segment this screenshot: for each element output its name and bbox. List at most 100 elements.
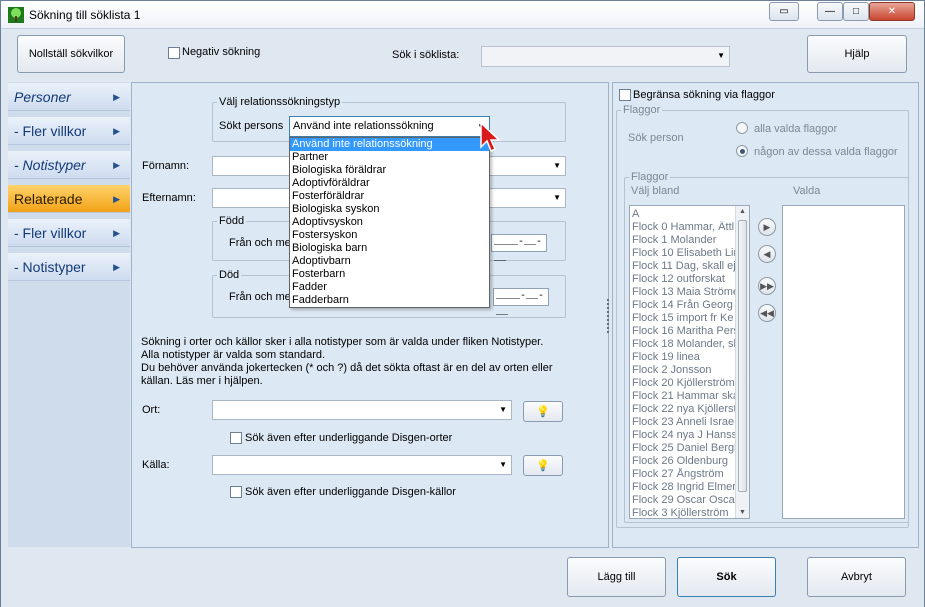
flag-person-label: Sök person [628, 132, 684, 144]
scroll-down-icon[interactable]: ▼ [739, 509, 746, 516]
restore-layout-button[interactable]: ▭ [769, 2, 799, 21]
dropdown-option[interactable]: Adoptivsyskon [290, 216, 489, 229]
relation-type-value: Använd inte relationssökning [293, 120, 434, 132]
arrow-left-icon: ◀ [763, 248, 771, 259]
add-button[interactable]: Lägg till [567, 557, 666, 597]
dropdown-option[interactable]: Biologiska föräldrar [290, 164, 489, 177]
info-line-3: Du behöver använda jokertecken (* och ?)… [141, 362, 553, 374]
close-button[interactable]: ✕ [869, 2, 915, 21]
list-item[interactable]: Flock 25 Daniel Bergl [630, 442, 749, 455]
search-list-select[interactable]: ▼ [481, 46, 730, 67]
add-flag-button[interactable]: ▶ [758, 218, 776, 236]
dropdown-option[interactable]: Fosterföräldrar [290, 190, 489, 203]
list-item[interactable]: Flock 15 import fr Ke [630, 312, 749, 325]
sidebar-item-persons[interactable]: Personer ▶ [8, 83, 130, 111]
chosen-flags-list[interactable] [782, 205, 905, 519]
dropdown-option[interactable]: Använd inte relationssökning [290, 138, 489, 151]
dropdown-option[interactable]: Fosterbarn [290, 268, 489, 281]
list-item[interactable]: Flock 28 Ingrid Elmer [630, 481, 749, 494]
list-item[interactable]: A [630, 208, 749, 221]
list-item[interactable]: Flock 20 Kjöllerström [630, 377, 749, 390]
double-arrow-left-icon: ◀◀ [760, 307, 774, 318]
limit-by-flags-checkbox[interactable] [619, 89, 631, 101]
dropdown-option[interactable]: Partner [290, 151, 489, 164]
minimize-button[interactable]: — [817, 2, 843, 21]
relation-type-dropdown[interactable]: Använd inte relationssökning Partner Biolo… [289, 137, 490, 308]
list-item[interactable]: Flock 21 Hammar ska [630, 390, 749, 403]
remove-flag-button[interactable]: ◀ [758, 245, 776, 263]
relation-type-title: Välj relationssökningstyp [219, 96, 341, 108]
sidebar-item-note-types[interactable]: - Notistyper ▶ [8, 151, 130, 179]
dropdown-option[interactable]: Adoptivföräldrar [290, 177, 489, 190]
sidebar-item-related-note-types[interactable]: - Notistyper ▶ [8, 253, 130, 281]
list-item[interactable]: Flock 26 Oldenburg [630, 455, 749, 468]
dropdown-option[interactable]: Fostersyskon [290, 229, 489, 242]
place-sub-checkbox[interactable] [230, 432, 242, 444]
list-item[interactable]: Flock 3 Kjöllerström [630, 507, 749, 518]
dropdown-option[interactable]: Adoptivbarn [290, 255, 489, 268]
relation-type-select[interactable]: Använd inte relationssökning ▼ [289, 116, 490, 137]
list-item[interactable]: Flock 24 nya J Hanss [630, 429, 749, 442]
list-item[interactable]: Flock 23 Anneli Israe [630, 416, 749, 429]
arrow-right-icon: ▶ [763, 221, 771, 232]
list-item[interactable]: Flock 22 nya Kjöllerst [630, 403, 749, 416]
born-to-date-input[interactable]: ____-__-__ [491, 234, 547, 264]
list-item[interactable]: Flock 10 Elisabeth Lin [630, 247, 749, 260]
dead-to-date-input[interactable]: ____-__-__ [493, 288, 549, 318]
dropdown-option[interactable]: Fadder [290, 281, 489, 294]
place-input[interactable]: ▼ [212, 400, 512, 420]
sought-person-label: Sökt persons [219, 120, 284, 132]
list-item[interactable]: Flock 2 Jonsson [630, 364, 749, 377]
flags-scrollbar[interactable]: ▲ ▼ [735, 206, 749, 518]
list-item[interactable]: Flock 29 Oscar Oscar [630, 494, 749, 507]
dialog-window: Sökning till söklista 1 ▭ — □ ✕ Nollstäl… [0, 0, 925, 607]
search-button[interactable]: Sök [677, 557, 776, 597]
cancel-button[interactable]: Avbryt [807, 557, 906, 597]
dropdown-option[interactable]: Biologiska syskon [290, 203, 489, 216]
any-flags-radio[interactable] [736, 145, 748, 157]
sidebar: Personer ▶ - Fler villkor ▶ - Notistyper… [8, 82, 130, 547]
remove-all-flags-button[interactable]: ◀◀ [758, 304, 776, 322]
source-label: Källa: [142, 459, 170, 471]
close-icon: ✕ [887, 6, 897, 17]
list-item[interactable]: Flock 0 Hammar, Ättl [630, 221, 749, 234]
place-lookup-button[interactable]: 💡 [523, 401, 563, 422]
list-item[interactable]: Flock 27 Ångström [630, 468, 749, 481]
reset-conditions-button[interactable]: Nollställ sökvilkor [17, 35, 125, 73]
help-button[interactable]: Hjälp [807, 35, 907, 73]
dead-title: Död [219, 269, 240, 281]
chevron-down-icon: ▼ [499, 460, 507, 469]
available-flags-list[interactable]: A Flock 0 Hammar, Ättl Flock 1 Molander Flo… [629, 205, 750, 519]
dead-range-label: Från och med [229, 291, 297, 303]
list-item[interactable]: Flock 11 Dag, skall ej [630, 260, 749, 273]
list-item[interactable]: Flock 1 Molander [630, 234, 749, 247]
lightbulb-icon: 💡 [536, 460, 550, 472]
source-input[interactable]: ▼ [212, 455, 512, 475]
search-in-list-label: Sök i söklista: [392, 49, 460, 61]
sidebar-item-more-conditions[interactable]: - Fler villkor ▶ [8, 117, 130, 145]
scroll-thumb[interactable] [738, 220, 747, 492]
sidebar-item-related-more-conditions[interactable]: - Fler villkor ▶ [8, 219, 130, 247]
source-sub-checkbox[interactable] [230, 486, 242, 498]
scroll-up-icon[interactable]: ▲ [739, 208, 746, 215]
source-lookup-button[interactable]: 💡 [523, 455, 563, 476]
place-label: Ort: [142, 404, 161, 416]
add-all-flags-button[interactable]: ▶▶ [758, 277, 776, 295]
negative-search-checkbox[interactable] [168, 47, 180, 59]
list-item[interactable]: Flock 13 Maia Ströme [630, 286, 749, 299]
list-item[interactable]: Flock 16 Maritha Pers [630, 325, 749, 338]
list-item[interactable]: Flock 19 linea [630, 351, 749, 364]
dropdown-option[interactable]: Biologiska barn [290, 242, 489, 255]
list-item[interactable]: Flock 12 outforskat [630, 273, 749, 286]
dropdown-option[interactable]: Fadderbarn [290, 294, 489, 307]
list-item[interactable]: Flock 14 Från Georg [630, 299, 749, 312]
sidebar-item-related[interactable]: Relaterade ▶ [8, 185, 130, 213]
info-line-2: Alla notistyper är valda som standard. [141, 349, 326, 361]
lightbulb-icon: 💡 [536, 406, 550, 418]
list-item[interactable]: Flock 18 Molander, sl [630, 338, 749, 351]
maximize-button[interactable]: □ [843, 2, 869, 21]
firstname-label: Förnamn: [142, 160, 190, 172]
caret-right-icon: ▶ [113, 92, 120, 102]
splitter-grip[interactable] [607, 299, 609, 333]
all-flags-radio[interactable] [736, 122, 748, 134]
